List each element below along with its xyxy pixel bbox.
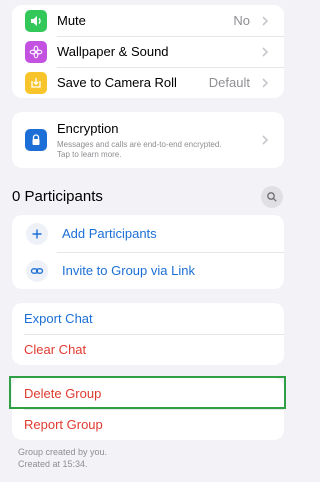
chat-actions-card: Export Chat Clear Chat	[12, 303, 284, 365]
report-group-label: Report Group	[24, 417, 103, 432]
download-icon	[25, 71, 47, 94]
encryption-row[interactable]: Encryption Messages and calls are end-to…	[12, 112, 284, 168]
clear-chat-label: Clear Chat	[24, 342, 87, 357]
encryption-subtitle-line1: Messages and calls are end-to-end encryp…	[57, 139, 222, 149]
encryption-title: Encryption	[57, 120, 119, 136]
save-camera-roll-label: Save to Camera Roll	[57, 75, 177, 90]
add-participants-label: Add Participants	[62, 226, 157, 241]
wallpaper-sound-label: Wallpaper & Sound	[57, 44, 169, 59]
search-icon	[267, 192, 277, 202]
chevron-right-icon	[258, 133, 272, 147]
search-participants-button[interactable]	[261, 186, 283, 208]
add-participants-row[interactable]: Add Participants	[12, 215, 284, 252]
invite-link-row[interactable]: Invite to Group via Link	[12, 252, 284, 289]
created-by-text: Group created by you.	[18, 447, 108, 457]
chevron-right-icon	[258, 76, 272, 90]
mute-value: No	[233, 13, 250, 28]
encryption-text: Encryption Messages and calls are end-to…	[57, 121, 258, 160]
delete-group-row[interactable]: Delete Group	[12, 378, 284, 409]
group-actions-card: Delete Group Report Group	[12, 378, 284, 440]
plus-icon	[26, 222, 48, 245]
report-group-row[interactable]: Report Group	[12, 409, 284, 440]
settings-card: Mute No Wallpaper & Sound Save to Camera…	[12, 5, 284, 98]
save-camera-roll-value: Default	[208, 75, 250, 90]
flower-icon	[25, 40, 47, 63]
export-chat-row[interactable]: Export Chat	[12, 303, 284, 334]
save-camera-roll-row[interactable]: Save to Camera Roll Default	[12, 67, 284, 98]
clear-chat-row[interactable]: Clear Chat	[12, 334, 284, 365]
group-footer: Group created by you. Created at 15:34.	[18, 446, 107, 470]
mute-row[interactable]: Mute No	[12, 5, 284, 36]
chevron-right-icon	[258, 14, 272, 28]
link-icon	[26, 259, 48, 282]
wallpaper-sound-row[interactable]: Wallpaper & Sound	[12, 36, 284, 67]
invite-link-label: Invite to Group via Link	[62, 263, 195, 278]
delete-group-label: Delete Group	[24, 386, 102, 401]
lock-icon	[25, 129, 47, 151]
export-chat-label: Export Chat	[24, 311, 93, 326]
created-at-text: Created at 15:34.	[18, 459, 88, 469]
participants-card: Add Participants Invite to Group via Lin…	[12, 215, 284, 289]
encryption-subtitle-line2: Tap to learn more.	[57, 149, 122, 159]
speaker-icon	[25, 9, 47, 32]
participants-title: 0 Participants	[12, 188, 103, 205]
chevron-right-icon	[258, 45, 272, 59]
mute-label: Mute	[57, 13, 86, 28]
